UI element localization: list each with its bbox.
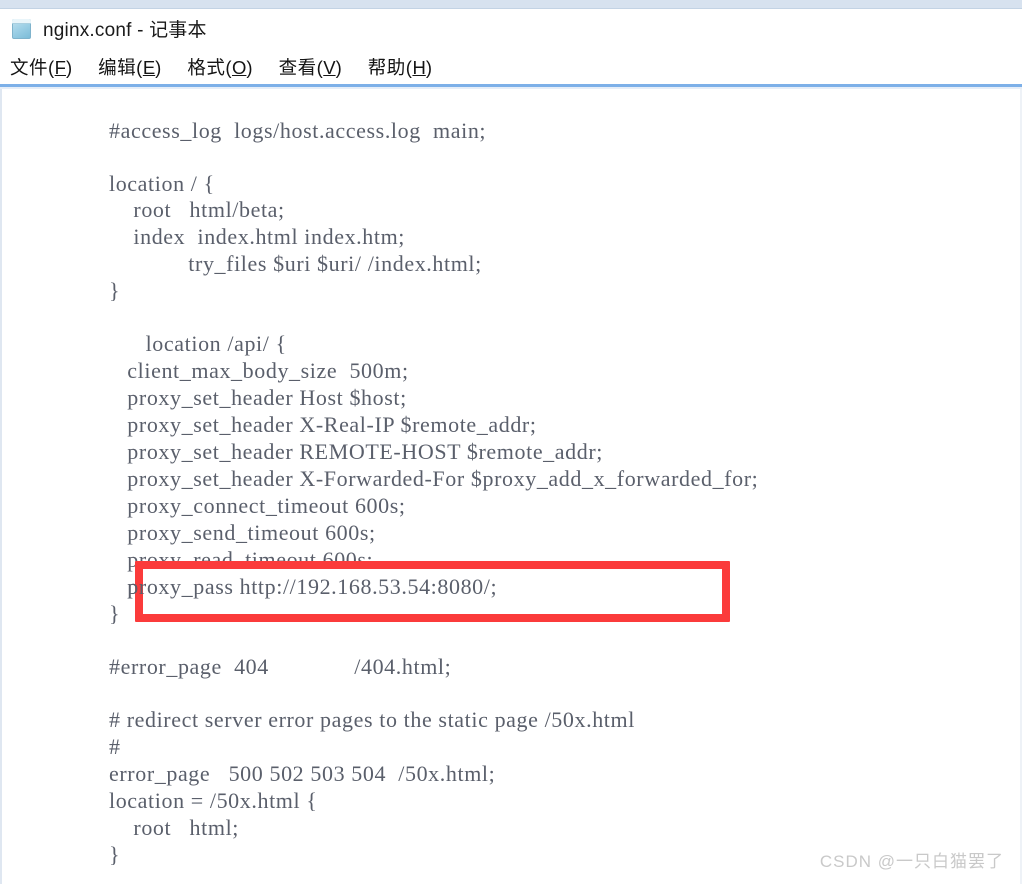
code-line-highlighted: proxy_pass http://192.168.53.54:8080/; xyxy=(109,574,498,599)
menu-item-help[interactable]: 帮助(H) xyxy=(365,52,435,82)
window-chrome-band xyxy=(0,0,1022,9)
menu-item-edit[interactable]: 编辑(E) xyxy=(95,52,164,82)
title-bar: nginx.conf - 记事本 xyxy=(0,9,1022,48)
menu-item-view[interactable]: 查看(V) xyxy=(276,52,345,82)
menu-item-file[interactable]: 文件(F) xyxy=(7,52,75,82)
notepad-document-icon xyxy=(10,17,34,41)
highlighted-line-text: proxy_pass http://192.168.53.54:8080/; xyxy=(2,89,1020,884)
notepad-window: nginx.conf - 记事本 文件(F) 编辑(E) 格式(O) 查看(V)… xyxy=(0,0,1022,884)
window-title: nginx.conf - 记事本 xyxy=(43,20,207,41)
menu-bar: 文件(F) 编辑(E) 格式(O) 查看(V) 帮助(H) xyxy=(0,48,1022,85)
text-editor-area[interactable]: #access_log logs/host.access.log main; lo… xyxy=(0,89,1022,884)
menu-item-format[interactable]: 格式(O) xyxy=(184,52,255,82)
